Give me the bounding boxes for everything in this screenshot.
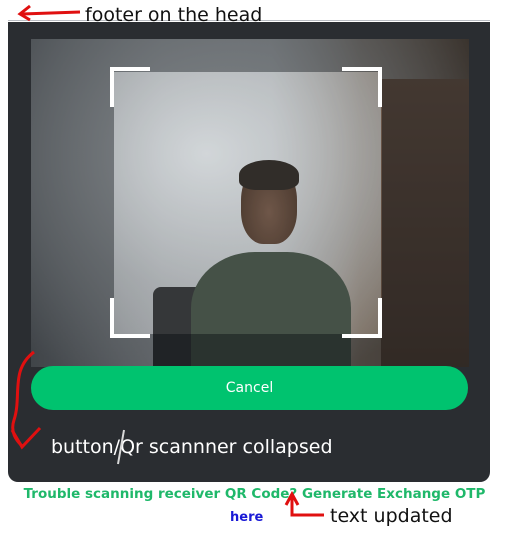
scan-corner-top-right xyxy=(342,67,382,107)
annotation-arrow-top xyxy=(21,10,81,16)
camera-feed xyxy=(31,39,469,367)
scan-corner-top-left xyxy=(110,67,150,107)
annotation-arrowhead-top xyxy=(17,4,31,22)
annotation-button: button/Qr scannner collapsed xyxy=(51,436,333,458)
cancel-button[interactable]: Cancel xyxy=(31,366,468,410)
annotation-text: text updated xyxy=(330,505,453,527)
camera-door xyxy=(381,79,469,367)
scan-corner-bottom-left xyxy=(110,298,150,338)
here-link[interactable]: here xyxy=(230,510,263,525)
scan-region xyxy=(114,72,382,334)
trouble-scanning-text: Trouble scanning receiver QR Code? Gener… xyxy=(23,486,486,502)
qr-scanner-panel: Cancel button/Qr scannner collapsed xyxy=(8,22,490,482)
scan-corner-bottom-right xyxy=(342,298,382,338)
